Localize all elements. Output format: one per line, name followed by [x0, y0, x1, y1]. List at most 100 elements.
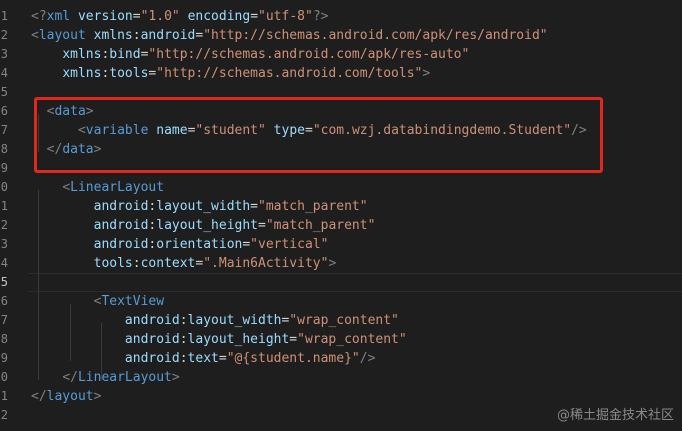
code-token: xmlns [93, 28, 133, 43]
code-token: layout_height [156, 218, 258, 233]
code-token: "match_parent" [265, 218, 376, 233]
code-token: "vertical" [250, 237, 329, 252]
code-line[interactable]: android:orientation="vertical" [31, 235, 329, 254]
code-token: : [132, 256, 141, 271]
code-line[interactable]: <LinearLayout [31, 178, 164, 197]
code-token: /> [359, 351, 376, 366]
code-token: < [62, 180, 71, 195]
line-number: 21 [0, 389, 8, 403]
line-number: 11 [0, 199, 8, 213]
code-token: = [289, 332, 298, 347]
code-token: ".Main6Activity" [203, 256, 329, 271]
code-token: encoding [187, 9, 251, 24]
code-token: "wrap_content" [289, 313, 399, 328]
code-token: < [31, 28, 39, 43]
code-token: xmlns [62, 47, 102, 62]
code-token: tools [109, 66, 149, 81]
code-token: android [93, 199, 149, 214]
line-number: 6 [0, 104, 8, 118]
code-token: layout [38, 28, 86, 43]
code-token: layout_width [156, 199, 251, 214]
code-token: xmlns [62, 66, 102, 81]
code-token: android [93, 237, 149, 252]
code-line[interactable]: android:layout_width="match_parent" [31, 197, 368, 216]
code-line[interactable]: <?xml version="1.0" encoding="utf-8"?> [31, 7, 328, 26]
line-number: 14 [0, 256, 8, 270]
code-line[interactable]: xmlns:bind="http://schemas.android.com/a… [31, 45, 469, 64]
line-number: 2 [0, 28, 8, 42]
line-number-gutter: 12345678910111213141516171819202122 [0, 0, 28, 431]
code-editor[interactable]: 12345678910111213141516171819202122 <?xm… [0, 0, 682, 431]
code-token: = [250, 199, 258, 214]
code-token: LinearLayout [70, 180, 165, 195]
code-token: "utf-8" [258, 9, 313, 24]
code-line[interactable]: </layout> [31, 387, 101, 406]
code-token: ?> [312, 9, 329, 24]
line-number: 3 [0, 47, 8, 61]
code-token: android [140, 28, 196, 43]
code-token: bind [109, 47, 141, 62]
code-token: android [124, 351, 180, 366]
code-token: > [171, 370, 180, 385]
code-line[interactable]: android:text="@{student.name}"/> [31, 349, 375, 368]
code-token: orientation [156, 237, 243, 252]
line-number: 1 [0, 9, 8, 23]
code-line[interactable]: tools:context=".Main6Activity"> [31, 254, 337, 273]
code-line[interactable]: android:layout_width="wrap_content" [31, 311, 399, 330]
code-token: = [250, 9, 259, 24]
code-token: context [140, 256, 196, 271]
code-token: </ [31, 389, 47, 404]
code-token: = [132, 9, 141, 24]
code-token: : [179, 332, 188, 347]
line-number: 13 [0, 237, 8, 251]
code-line[interactable]: <TextView [31, 292, 164, 311]
current-line-highlight [28, 273, 682, 292]
code-token: version [77, 9, 133, 24]
code-token: "@{student.name}" [226, 351, 360, 366]
code-token: "http://schemas.android.com/apk/res/andr… [203, 28, 548, 43]
code-token: text [187, 351, 219, 366]
line-number: 8 [0, 142, 8, 156]
line-number: 20 [0, 370, 8, 384]
code-token: tools [93, 256, 133, 271]
code-token: layout_height [187, 332, 290, 347]
line-number: 18 [0, 332, 8, 346]
code-token: : [179, 351, 188, 366]
code-token: android [124, 313, 180, 328]
code-token: "http://schemas.android.com/apk/res-auto… [148, 47, 470, 62]
line-number: 5 [0, 85, 8, 99]
code-token: > [93, 389, 102, 404]
code-token: TextView [101, 294, 165, 309]
watermark-label: @稀土掘金技术社区 [556, 408, 674, 423]
code-token: = [218, 351, 227, 366]
code-token: "1.0" [140, 9, 180, 24]
code-token: = [242, 237, 251, 252]
highlight-box [34, 97, 603, 173]
line-number: 22 [0, 408, 8, 422]
code-token: > [422, 66, 431, 81]
code-token: android [124, 332, 180, 347]
code-line[interactable]: android:layout_height="wrap_content" [31, 330, 407, 349]
code-token: "http://schemas.android.com/tools" [156, 66, 423, 81]
code-token: layout_width [187, 313, 282, 328]
code-line[interactable]: android:layout_height="match_parent" [31, 216, 376, 235]
line-number: 19 [0, 351, 8, 365]
line-number: 9 [0, 161, 8, 175]
code-line[interactable]: xmlns:tools="http://schemas.android.com/… [31, 64, 430, 83]
code-token: layout [46, 389, 94, 404]
code-token: "wrap_content" [297, 332, 407, 347]
code-token: </ [62, 370, 78, 385]
code-token: "match_parent" [258, 199, 368, 214]
code-token: : [132, 28, 141, 43]
code-line[interactable]: <layout xmlns:android="http://schemas.an… [31, 26, 548, 45]
code-line[interactable]: </LinearLayout> [31, 368, 180, 387]
